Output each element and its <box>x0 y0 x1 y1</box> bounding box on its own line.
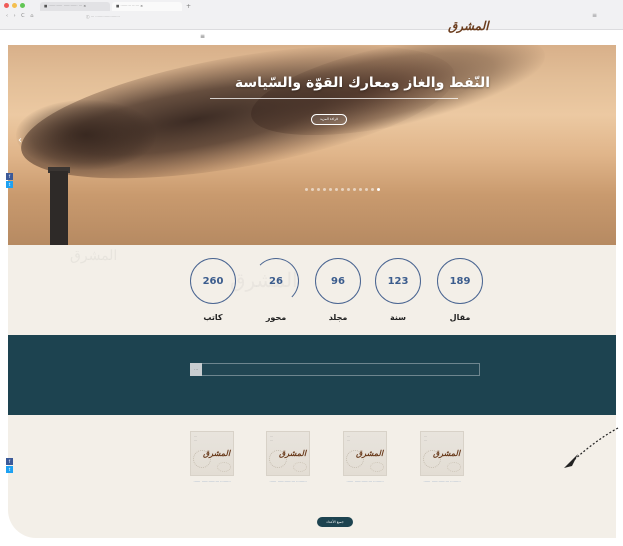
slider-dot[interactable] <box>353 188 356 191</box>
all-issues-button[interactable]: جميع الأعداد <box>317 517 353 527</box>
stat-writers: 260 كاتب <box>183 258 243 322</box>
address-bar[interactable]: ⓘ ⋯ ⋯⋯⋯⋯⋯⋯⋯ <box>80 13 580 21</box>
stat-circle: 189 <box>437 258 483 304</box>
issue-number: ⋯ ⋯ <box>424 434 427 442</box>
read-more-button[interactable]: قراءة المزيد <box>311 114 347 125</box>
annotation-arrow-icon <box>564 427 619 468</box>
hero-title[interactable]: النّفط والغاز ومعارك القوّة والسّياسة <box>190 75 490 91</box>
stat-label: كاتب <box>203 313 223 322</box>
browser-tab-1[interactable]: ■ ⋯⋯⋯⋯ ⋯⋯⋯⋯ ⋯ × <box>40 2 110 11</box>
twitter-share-button[interactable]: t <box>6 181 13 188</box>
issue-caption[interactable]: ⋯⋯⋯ ⋯⋯⋯⋯⋯ ⋯⋯ <box>412 480 472 484</box>
issue-caption[interactable]: ⋯⋯⋯ ⋯⋯⋯⋯⋯ ⋯⋯ <box>182 480 242 484</box>
slider-dot[interactable] <box>371 188 374 191</box>
slider-dot[interactable] <box>365 188 368 191</box>
close-window-button[interactable] <box>4 3 9 8</box>
issue-card[interactable]: ⋯ ⋯ المشرق ⋯⋯⋯ ⋯⋯⋯⋯⋯ ⋯⋯ <box>258 431 318 484</box>
hamburger-menu-icon[interactable]: ≡ <box>200 33 205 40</box>
slider-dot[interactable] <box>347 188 350 191</box>
stat-label: محور <box>265 313 287 322</box>
cover-ornament <box>370 462 384 472</box>
search-button[interactable]: ⋯ <box>190 363 202 376</box>
browser-tab-2[interactable]: ■ ⋯⋯⋯ ⋯⋯ × <box>112 2 182 11</box>
slider-dot[interactable] <box>377 188 380 191</box>
issue-cover[interactable]: ⋯ ⋯ المشرق <box>420 431 464 476</box>
slider-prev-arrow-icon[interactable]: ‹ <box>18 135 22 146</box>
browser-menu-icon[interactable]: ≡ <box>592 12 597 19</box>
maximize-window-button[interactable] <box>20 3 25 8</box>
issue-cover[interactable]: ⋯ ⋯ المشرق <box>266 431 310 476</box>
slider-dot[interactable] <box>341 188 344 191</box>
cover-ornament <box>293 462 307 472</box>
issue-number: ⋯ ⋯ <box>347 434 350 442</box>
browser-chrome: ■ ⋯⋯⋯⋯ ⋯⋯⋯⋯ ⋯ × ■ ⋯⋯⋯ ⋯⋯ × + ‹ › C ⌂ ⓘ ⋯… <box>0 0 623 30</box>
search-input[interactable] <box>190 363 480 376</box>
issue-number: ⋯ ⋯ <box>270 434 273 442</box>
stat-circle: 26 <box>253 258 299 304</box>
slider-dots <box>305 188 380 191</box>
issue-card[interactable]: ⋯ ⋯ المشرق ⋯⋯⋯ ⋯⋯⋯⋯⋯ ⋯⋯ <box>335 431 395 484</box>
cover-logo: المشرق <box>279 448 307 458</box>
issue-caption[interactable]: ⋯⋯⋯ ⋯⋯⋯⋯⋯ ⋯⋯ <box>258 480 318 484</box>
stat-label: مقال <box>449 313 471 322</box>
cover-logo: المشرق <box>433 448 461 458</box>
stat-circle: 123 <box>375 258 421 304</box>
facebook-share-button[interactable]: f <box>6 458 13 465</box>
stat-circle: 96 <box>315 258 361 304</box>
site-header <box>0 30 623 45</box>
slider-dot[interactable] <box>311 188 314 191</box>
hero-smoke-shape <box>16 100 156 170</box>
issue-number: ⋯ ⋯ <box>194 434 197 442</box>
slider-dot[interactable] <box>323 188 326 191</box>
minimize-window-button[interactable] <box>12 3 17 8</box>
issue-cover[interactable]: ⋯ ⋯ المشرق <box>190 431 234 476</box>
stat-themes: 26 محور <box>246 258 306 322</box>
cover-logo: المشرق <box>203 448 231 458</box>
slider-dot[interactable] <box>329 188 332 191</box>
issue-card[interactable]: ⋯ ⋯ المشرق ⋯⋯⋯ ⋯⋯⋯⋯⋯ ⋯⋯ <box>182 431 242 484</box>
stat-volumes: 96 مجلد <box>308 258 368 322</box>
faded-background-text: المشرق <box>70 248 118 264</box>
chimney <box>50 171 68 245</box>
cover-ornament <box>217 462 231 472</box>
window-controls <box>4 3 25 8</box>
stat-label: مجلد <box>328 313 348 322</box>
slider-dot[interactable] <box>317 188 320 191</box>
slider-dot[interactable] <box>359 188 362 191</box>
issue-cover[interactable]: ⋯ ⋯ المشرق <box>343 431 387 476</box>
slider-dot[interactable] <box>335 188 338 191</box>
stat-circle: 260 <box>190 258 236 304</box>
stat-articles: 189 مقال <box>430 258 490 322</box>
slider-dot[interactable] <box>305 188 308 191</box>
facebook-share-button[interactable]: f <box>6 173 13 180</box>
hero-divider <box>210 98 458 99</box>
site-logo[interactable]: المشرق <box>448 19 489 33</box>
cover-logo: المشرق <box>356 448 384 458</box>
cover-ornament <box>447 462 461 472</box>
new-tab-button[interactable]: + <box>186 2 191 11</box>
stat-years: 123 سنة <box>368 258 428 322</box>
browser-nav-buttons[interactable]: ‹ › C ⌂ <box>6 13 35 19</box>
stat-label: سنة <box>390 313 406 322</box>
issue-caption[interactable]: ⋯⋯⋯ ⋯⋯⋯⋯⋯ ⋯⋯ <box>335 480 395 484</box>
twitter-share-button[interactable]: t <box>6 466 13 473</box>
issue-card[interactable]: ⋯ ⋯ المشرق ⋯⋯⋯ ⋯⋯⋯⋯⋯ ⋯⋯ <box>412 431 472 484</box>
